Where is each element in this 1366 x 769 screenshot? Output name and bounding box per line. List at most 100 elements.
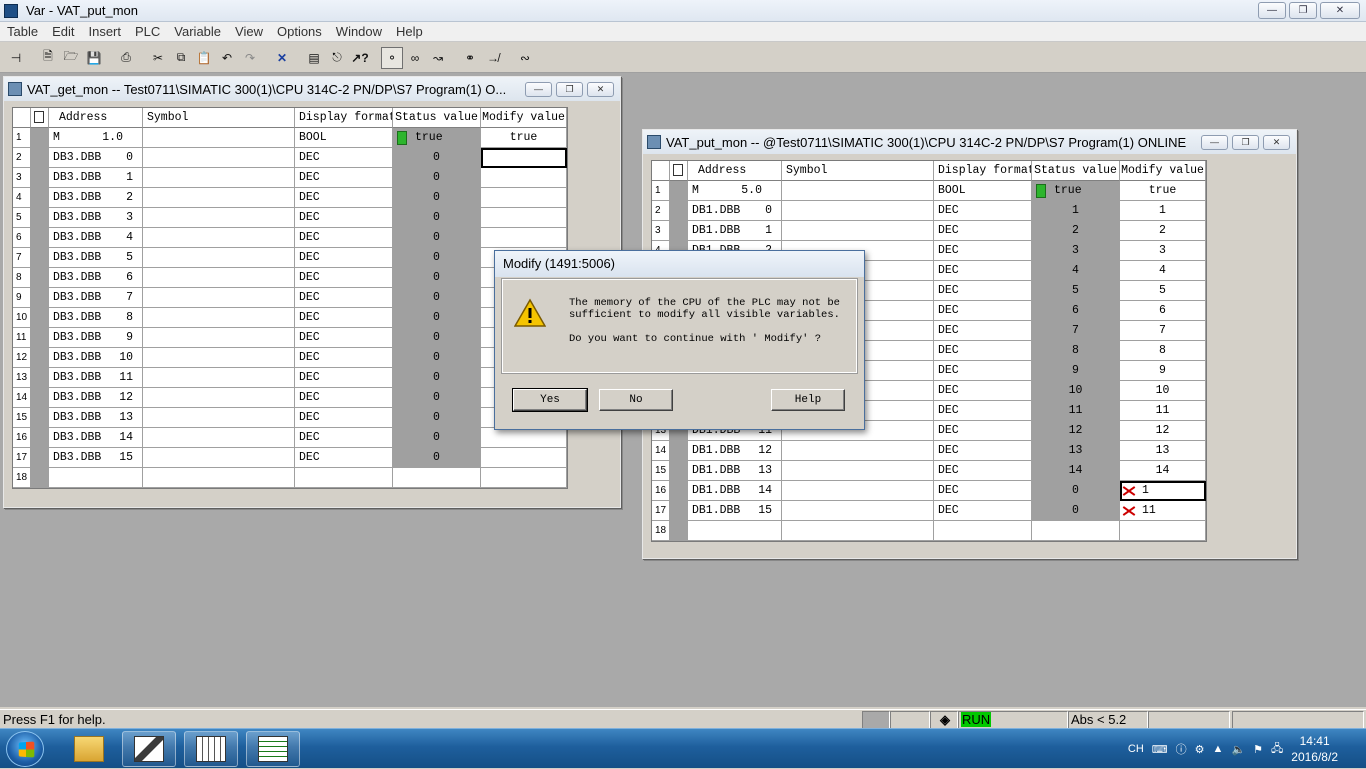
accessible-nodes-icon[interactable]: ▤: [303, 47, 325, 69]
row-selector[interactable]: [31, 308, 49, 328]
symbol-cell[interactable]: [143, 268, 295, 288]
symbol-cell[interactable]: [143, 308, 295, 328]
row-selector[interactable]: [31, 188, 49, 208]
address-cell[interactable]: M 1.0: [49, 128, 143, 148]
vat-put-title-bar[interactable]: VAT_put_mon -- @Test0711\SIMATIC 300(1)\…: [643, 130, 1296, 154]
address-cell[interactable]: DB3.DBB 15: [49, 448, 143, 468]
display-format-cell[interactable]: DEC: [934, 321, 1032, 341]
row-number[interactable]: 10: [13, 308, 31, 328]
child-close-button[interactable]: ✕: [1263, 134, 1290, 150]
header-modify-value[interactable]: Modify value: [481, 108, 567, 128]
volume-icon[interactable]: 🔈: [1231, 743, 1245, 756]
vat-get-title-bar[interactable]: VAT_get_mon -- Test0711\SIMATIC 300(1)\C…: [4, 77, 620, 101]
minimize-button[interactable]: —: [1258, 2, 1286, 19]
modify-value-cell[interactable]: [1120, 521, 1206, 541]
table-row[interactable]: 18: [13, 468, 567, 488]
modify-value-cell[interactable]: true: [1120, 181, 1206, 201]
var-table-taskbar-icon[interactable]: [246, 731, 300, 767]
modify-value-cell[interactable]: 6: [1120, 301, 1206, 321]
row-selector[interactable]: [31, 128, 49, 148]
display-format-cell[interactable]: DEC: [934, 381, 1032, 401]
address-cell[interactable]: DB1.DBB 15: [688, 501, 782, 521]
symbol-cell[interactable]: [782, 201, 934, 221]
header-status-value[interactable]: Status value: [1032, 161, 1120, 181]
language-indicator[interactable]: CH: [1128, 743, 1144, 755]
symbol-cell[interactable]: [143, 128, 295, 148]
menu-edit[interactable]: Edit: [45, 24, 81, 39]
table-row[interactable]: 5 DB3.DBB 3 DEC 0: [13, 208, 567, 228]
symbol-cell[interactable]: [143, 248, 295, 268]
row-selector[interactable]: [31, 228, 49, 248]
table-row[interactable]: 3 DB1.DBB 1 DEC 2 2: [652, 221, 1206, 241]
display-format-cell[interactable]: DEC: [295, 448, 393, 468]
display-format-cell[interactable]: DEC: [934, 441, 1032, 461]
modify-value-cell[interactable]: [481, 448, 567, 468]
address-cell[interactable]: DB3.DBB 10: [49, 348, 143, 368]
row-number[interactable]: 13: [13, 368, 31, 388]
row-number[interactable]: 7: [13, 248, 31, 268]
address-cell[interactable]: DB1.DBB 1: [688, 221, 782, 241]
row-number[interactable]: 15: [652, 461, 670, 481]
open-icon[interactable]: 🗁: [60, 47, 82, 69]
symbol-cell[interactable]: [143, 208, 295, 228]
symbol-cell[interactable]: [143, 328, 295, 348]
address-cell[interactable]: DB3.DBB 8: [49, 308, 143, 328]
address-cell[interactable]: DB3.DBB 12: [49, 388, 143, 408]
symbol-cell[interactable]: [782, 221, 934, 241]
display-format-cell[interactable]: DEC: [934, 501, 1032, 521]
modify-value-cell[interactable]: [481, 208, 567, 228]
address-cell[interactable]: DB1.DBB 13: [688, 461, 782, 481]
modify-value-cell[interactable]: 3: [1120, 241, 1206, 261]
address-cell[interactable]: DB3.DBB 4: [49, 228, 143, 248]
table-row[interactable]: 3 DB3.DBB 1 DEC 0: [13, 168, 567, 188]
row-number[interactable]: 9: [13, 288, 31, 308]
modify-value-cell[interactable]: 1: [1120, 481, 1206, 501]
modify-value-cell[interactable]: [481, 228, 567, 248]
row-number[interactable]: 3: [652, 221, 670, 241]
display-format-cell[interactable]: DEC: [295, 208, 393, 228]
update-modify-icon[interactable]: ↛: [482, 47, 504, 69]
display-format-cell[interactable]: DEC: [295, 368, 393, 388]
display-format-cell[interactable]: DEC: [934, 421, 1032, 441]
modify-value-cell[interactable]: 9: [1120, 361, 1206, 381]
row-number[interactable]: 2: [13, 148, 31, 168]
symbol-cell[interactable]: [143, 448, 295, 468]
row-number[interactable]: 1: [652, 181, 670, 201]
display-format-cell[interactable]: DEC: [934, 221, 1032, 241]
child-restore-button[interactable]: ❐: [1232, 134, 1259, 150]
address-cell[interactable]: M 5.0: [688, 181, 782, 201]
address-cell[interactable]: DB3.DBB 2: [49, 188, 143, 208]
row-number[interactable]: 15: [13, 408, 31, 428]
display-format-cell[interactable]: DEC: [295, 308, 393, 328]
row-selector[interactable]: [670, 201, 688, 221]
child-minimize-button[interactable]: —: [1201, 134, 1228, 150]
child-restore-button[interactable]: ❐: [556, 81, 583, 97]
address-cell[interactable]: DB3.DBB 14: [49, 428, 143, 448]
header-symbol[interactable]: Symbol: [782, 161, 934, 181]
address-cell[interactable]: DB3.DBB 5: [49, 248, 143, 268]
row-selector[interactable]: [31, 368, 49, 388]
symbol-cell[interactable]: [143, 288, 295, 308]
display-format-cell[interactable]: DEC: [934, 401, 1032, 421]
table-row[interactable]: 15 DB3.DBB 13 DEC 0: [13, 408, 567, 428]
help-icon[interactable]: ↗?: [349, 47, 371, 69]
header-display-format[interactable]: Display format: [934, 161, 1032, 181]
close-button[interactable]: ✕: [1320, 2, 1360, 19]
action-center-icon[interactable]: ⚑: [1253, 743, 1263, 756]
table-row[interactable]: 11 DB3.DBB 9 DEC 0: [13, 328, 567, 348]
save-icon[interactable]: 💾: [83, 47, 105, 69]
display-format-cell[interactable]: [295, 468, 393, 488]
variable-icon[interactable]: ⎋: [326, 47, 348, 69]
modify-value-cell[interactable]: [481, 188, 567, 208]
row-number[interactable]: 2: [652, 201, 670, 221]
symbol-cell[interactable]: [143, 228, 295, 248]
modify-value-cell[interactable]: [481, 428, 567, 448]
menu-plc[interactable]: PLC: [128, 24, 167, 39]
display-format-cell[interactable]: DEC: [295, 348, 393, 368]
modify-value-cell[interactable]: 14: [1120, 461, 1206, 481]
modify-value-cell[interactable]: [481, 148, 567, 168]
symbol-cell[interactable]: [782, 461, 934, 481]
symbol-cell[interactable]: [143, 388, 295, 408]
display-format-cell[interactable]: DEC: [295, 188, 393, 208]
menu-table[interactable]: Table: [0, 24, 45, 39]
